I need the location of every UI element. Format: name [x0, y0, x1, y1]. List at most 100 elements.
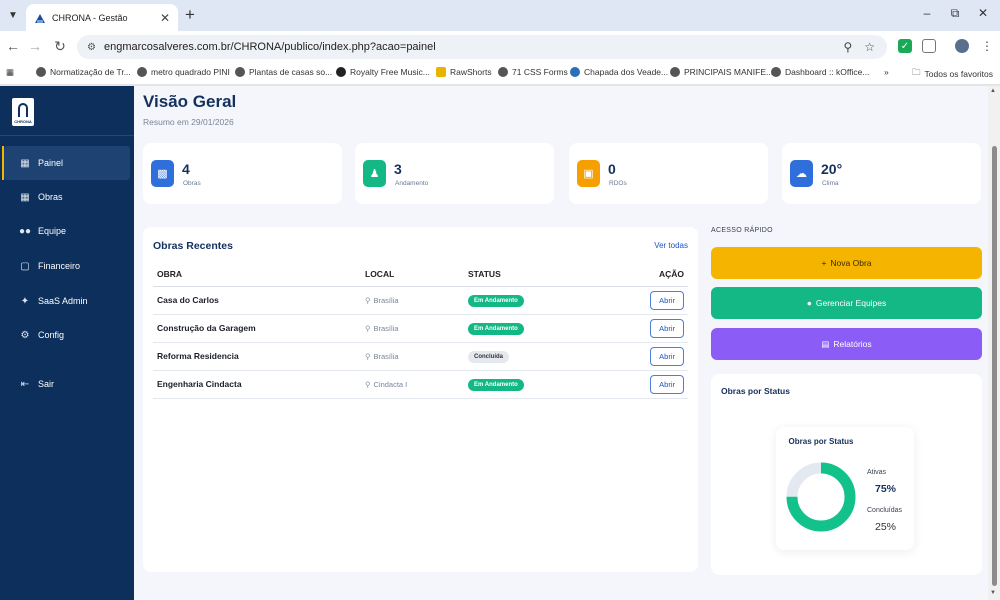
window-close-icon[interactable]: ✕ [974, 6, 992, 20]
sidebar-item-saas-admin[interactable]: ✦ SaaS Admin [0, 284, 134, 318]
address-bar[interactable]: ⚙ engmarcosalveres.com.br/CHRONA/publico… [77, 35, 887, 59]
gear-icon: ⚙ [20, 329, 30, 341]
work-name: Engenharia Cindacta [153, 370, 361, 399]
stat-value: 20° [821, 161, 843, 177]
tab-close-icon[interactable]: ✕ [160, 11, 170, 25]
plus-icon: + [821, 258, 827, 268]
bookmark-item[interactable]: RawShorts [436, 67, 492, 77]
address-bar-row: ← → ↻ ⚙ engmarcosalveres.com.br/CHRONA/p… [0, 31, 1000, 63]
chrona-favicon-icon [35, 13, 45, 23]
browser-tab[interactable]: CHRONA - Gestão ✕ [26, 4, 178, 31]
bookmark-item[interactable]: Plantas de casas so... [235, 67, 332, 77]
map-pin-icon: ⚲ [365, 295, 371, 305]
more-bookmarks-icon[interactable]: » [884, 67, 889, 77]
status-badge: Em Andamento [468, 322, 524, 335]
scrollbar-thumb[interactable] [992, 146, 997, 586]
open-button[interactable]: Abrir [650, 374, 684, 394]
work-status: Em Andamento [464, 314, 604, 343]
status-card-title: Obras por Status [721, 386, 790, 396]
globe-icon [498, 67, 508, 77]
stat-label: Obras [183, 180, 201, 187]
sidebar-item-financeiro[interactable]: ▢ Financeiro [0, 249, 134, 283]
table-row: Construção da Garagem ⚲ Brasília Em Andam… [153, 314, 688, 343]
work-status: Em Andamento [464, 370, 604, 399]
sidebar-item-obras[interactable]: ▦ Obras [0, 180, 134, 214]
stat-value: 3 [394, 161, 402, 177]
minimize-icon[interactable]: – [918, 6, 936, 20]
zoom-icon[interactable]: ⚲ [843, 40, 852, 54]
column-header-acao: AÇÃO [604, 263, 688, 287]
bookmark-item[interactable]: Normatização de Tr... [36, 67, 131, 77]
view-all-link[interactable]: Ver todas [654, 241, 688, 250]
new-tab-button[interactable]: + [181, 5, 199, 25]
work-status: Em Andamento [464, 286, 604, 315]
work-location: ⚲ Brasília [361, 314, 464, 343]
page-scrollbar[interactable]: ▲ ▼ [988, 86, 1000, 600]
manage-teams-button[interactable]: ● Gerenciar Equipes [711, 287, 982, 319]
table-header-row: OBRA LOCAL STATUS AÇÃO [153, 263, 688, 287]
logo-text: CHRONA [14, 119, 32, 124]
tab-title: CHRONA - Gestão [52, 12, 128, 23]
open-button[interactable]: Abrir [650, 290, 684, 310]
sidebar-item-equipe[interactable]: ●● Equipe [0, 214, 134, 248]
work-action: Abrir [604, 286, 688, 315]
table-row: Reforma Residencia ⚲ Brasília Concluída A… [153, 342, 688, 371]
stat-card-obras[interactable]: ▩ 4 Obras [143, 143, 342, 204]
status-badge: Em Andamento [468, 294, 524, 307]
stat-card-rdos[interactable]: ▣ 0 RDOs [569, 143, 768, 204]
forward-arrow-icon[interactable]: → [26, 38, 44, 54]
extensions-puzzle-icon[interactable] [922, 39, 936, 53]
clipboard-icon: ▣ [577, 160, 600, 187]
site-settings-icon[interactable]: ⚙ [87, 42, 96, 53]
sidebar-item-sair[interactable]: ⇤ Sair [0, 367, 134, 401]
scroll-up-icon[interactable]: ▲ [990, 88, 996, 94]
stat-card-andamento[interactable]: ♟ 3 Andamento [355, 143, 554, 204]
globe-icon [771, 67, 781, 77]
open-button[interactable]: Abrir [650, 318, 684, 338]
page-subtitle: Resumo em 29/01/2026 [143, 117, 234, 127]
extension-check-icon[interactable]: ✓ [898, 39, 912, 53]
url-text[interactable]: engmarcosalveres.com.br/CHRONA/publico/i… [104, 41, 843, 53]
back-arrow-icon[interactable]: ← [4, 38, 22, 54]
bookmark-item[interactable]: 71 CSS Forms [498, 67, 568, 77]
profile-avatar[interactable] [955, 39, 969, 53]
reload-icon[interactable]: ↻ [51, 38, 69, 55]
bookmark-item[interactable]: Chapada dos Veade... [570, 67, 668, 77]
bookmark-item[interactable]: Royalty Free Music... [336, 67, 430, 77]
bookmark-item[interactable]: metro quadrado PINI [137, 67, 230, 77]
open-button[interactable]: Abrir [650, 346, 684, 366]
quick-access-title: ACESSO RÁPIDO [711, 227, 773, 234]
table-row: Casa do Carlos ⚲ Brasília Em Andamento Ab… [153, 286, 688, 315]
scroll-down-icon[interactable]: ▼ [990, 590, 996, 596]
browser-menu-icon[interactable]: ⋮ [980, 39, 994, 53]
globe-icon [235, 67, 245, 77]
sidebar-item-label: Financeiro [38, 261, 81, 271]
column-header-obra: OBRA [153, 263, 361, 287]
restore-icon[interactable]: ⧉ [946, 6, 964, 21]
button-label: Gerenciar Equipes [815, 298, 887, 308]
button-label: Relatórios [833, 339, 872, 349]
work-location: ⚲ Cindacta I [361, 370, 464, 399]
work-location: ⚲ Brasília [361, 286, 464, 315]
work-location: ⚲ Brasília [361, 342, 464, 371]
page-title: Visão Geral [143, 92, 237, 111]
stat-label: Andamento [395, 180, 429, 187]
work-name: Casa do Carlos [153, 286, 361, 315]
stat-card-clima[interactable]: ☁ 20° Clima [782, 143, 981, 204]
status-badge: Concluída [468, 350, 510, 363]
apps-grid-icon[interactable]: ▦ [6, 67, 14, 78]
all-bookmarks[interactable]: 🗀 Todos os favoritos [912, 67, 993, 81]
sidebar-item-painel[interactable]: ▦ Painel [2, 146, 130, 180]
bookmark-item[interactable]: Dashboard :: kOffice... [771, 67, 869, 77]
new-work-button[interactable]: + Nova Obra [711, 247, 982, 279]
sidebar-item-config[interactable]: ⚙ Config [0, 318, 134, 352]
column-header-local: LOCAL [361, 263, 464, 287]
work-name: Construção da Garagem [153, 314, 361, 343]
building-icon: ▦ [20, 191, 30, 203]
reports-button[interactable]: ▤ Relatórios [711, 328, 982, 360]
chrona-logo[interactable]: CHRONA [12, 98, 34, 126]
bookmark-star-icon[interactable]: ☆ [864, 40, 875, 54]
tab-search-chevron-icon[interactable]: ▼ [4, 6, 22, 24]
bookmark-item[interactable]: PRINCIPAIS MANIFE... [670, 67, 773, 77]
status-badge: Em Andamento [468, 378, 524, 391]
